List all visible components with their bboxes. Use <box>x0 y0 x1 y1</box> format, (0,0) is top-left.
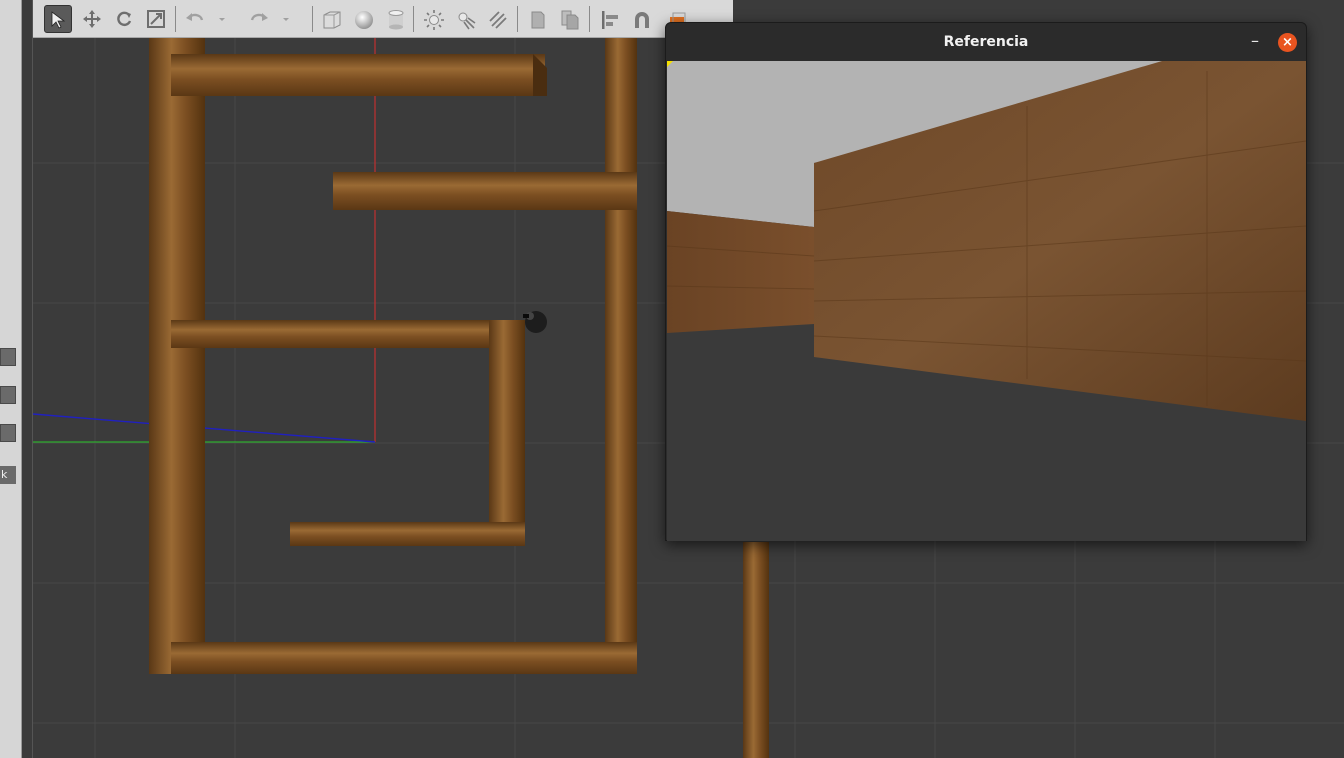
redo-icon <box>250 13 268 21</box>
spot-light-icon <box>458 12 476 30</box>
redo-history-button[interactable] <box>279 5 293 33</box>
left-wall <box>667 211 814 333</box>
toolbar-separator <box>413 6 414 32</box>
spot-light-button[interactable] <box>451 5 479 33</box>
gazebo-toolbar <box>33 0 733 38</box>
align-button[interactable] <box>595 5 623 33</box>
robot-model[interactable] <box>523 311 547 333</box>
copy-icon <box>531 11 545 29</box>
close-button[interactable]: × <box>1278 33 1297 52</box>
insert-sphere-button[interactable] <box>349 5 377 33</box>
paste-icon <box>561 10 579 30</box>
box-icon <box>323 11 341 29</box>
undo-icon <box>186 13 204 21</box>
select-mode-button[interactable] <box>44 5 72 33</box>
undo-button[interactable] <box>181 5 209 33</box>
window-title: Referencia <box>943 34 1029 50</box>
point-light-button[interactable] <box>419 5 447 33</box>
toolbar-separator <box>175 6 176 32</box>
chevron-down-icon <box>219 18 225 21</box>
reference-camera-window: Referencia – × <box>665 22 1307 541</box>
minimize-button[interactable]: – <box>1246 33 1264 51</box>
window-titlebar[interactable]: Referencia – × <box>666 23 1306 61</box>
sun-icon <box>424 10 444 30</box>
left-side-panel: k <box>0 0 22 758</box>
paste-button[interactable] <box>555 5 583 33</box>
insert-cylinder-button[interactable] <box>381 5 409 33</box>
translate-mode-button[interactable] <box>78 5 106 33</box>
side-panel-tab[interactable] <box>0 424 16 442</box>
camera-render <box>667 61 1306 541</box>
rotate-icon <box>117 11 132 27</box>
scale-mode-button[interactable] <box>142 5 170 33</box>
copy-button[interactable] <box>523 5 551 33</box>
toolbar-separator <box>517 6 518 32</box>
insert-box-button[interactable] <box>317 5 345 33</box>
toolbar-separator <box>589 6 590 32</box>
snap-button[interactable] <box>627 5 655 33</box>
toolbar-separator <box>312 6 313 32</box>
side-panel-tab[interactable] <box>0 386 16 404</box>
magnet-icon <box>635 12 649 28</box>
directional-light-button[interactable] <box>483 5 511 33</box>
chevron-down-icon <box>283 18 289 21</box>
scale-icon <box>147 10 165 28</box>
undo-history-button[interactable] <box>215 5 229 33</box>
directional-light-icon <box>489 11 507 29</box>
move-arrows-icon <box>83 10 101 28</box>
side-panel-label: k <box>0 466 16 484</box>
rotate-mode-button[interactable] <box>110 5 138 33</box>
redo-button[interactable] <box>245 5 273 33</box>
arrow-cursor-icon <box>51 11 66 29</box>
sphere-icon <box>355 11 373 29</box>
align-icon <box>602 11 618 29</box>
side-panel-tab[interactable] <box>0 348 16 366</box>
cylinder-icon <box>388 10 404 30</box>
camera-view <box>667 61 1306 541</box>
panel-splitter[interactable] <box>23 0 33 758</box>
